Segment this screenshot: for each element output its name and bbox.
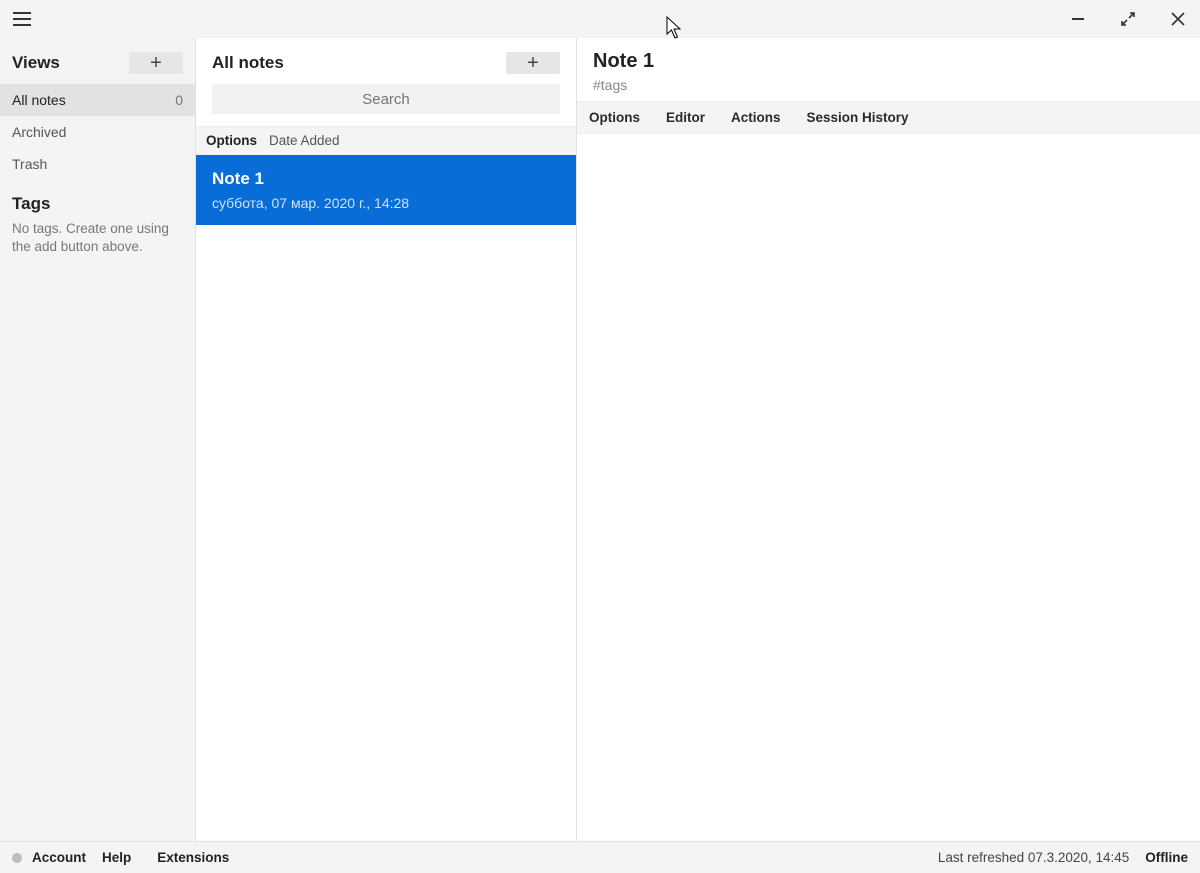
list-sort-button[interactable]: Date Added (269, 133, 340, 148)
hamburger-menu-icon[interactable] (10, 7, 34, 31)
tags-section: Tags No tags. Create one using the add b… (0, 180, 195, 256)
editor-editor-button[interactable]: Editor (662, 108, 709, 127)
views-header: Views + (0, 52, 195, 84)
editor-header: Note 1 #tags (577, 38, 1200, 101)
status-dot-icon (12, 853, 22, 863)
note-item-date: суббота, 07 мар. 2020 г., 14:28 (212, 195, 560, 211)
sidebar-item-label: All notes (12, 92, 66, 108)
tags-title: Tags (12, 194, 183, 214)
sidebar-item-label: Trash (12, 156, 47, 172)
last-refreshed-label: Last refreshed 07.3.2020, 14:45 (938, 850, 1129, 865)
main-area: Views + All notes 0 Archived Trash Tags … (0, 38, 1200, 841)
maximize-icon[interactable] (1116, 7, 1140, 31)
search-wrap (196, 84, 576, 126)
add-view-button[interactable]: + (129, 52, 183, 74)
editor-actions-button[interactable]: Actions (727, 108, 785, 127)
sidebar-item-archived[interactable]: Archived (0, 116, 195, 148)
editor-session-history-button[interactable]: Session History (803, 108, 913, 127)
editor-tags-input[interactable]: #tags (593, 77, 1184, 93)
sidebar-item-count: 0 (175, 92, 183, 108)
plus-icon: + (527, 53, 539, 73)
views-list: All notes 0 Archived Trash (0, 84, 195, 180)
search-input[interactable] (212, 84, 560, 114)
status-bar: Account Help Extensions Last refreshed 0… (0, 841, 1200, 873)
sidebar: Views + All notes 0 Archived Trash Tags … (0, 38, 196, 841)
account-button[interactable]: Account (32, 850, 86, 865)
editor-pane: Note 1 #tags Options Editor Actions Sess… (577, 38, 1200, 841)
note-list-item[interactable]: Note 1 суббота, 07 мар. 2020 г., 14:28 (196, 155, 576, 225)
editor-toolbar: Options Editor Actions Session History (577, 101, 1200, 134)
editor-body[interactable] (577, 134, 1200, 841)
note-list-pane: All notes + Options Date Added Note 1 су… (196, 38, 577, 841)
help-button[interactable]: Help (102, 850, 131, 865)
sidebar-item-label: Archived (12, 124, 66, 140)
note-list-toolbar: Options Date Added (196, 126, 576, 155)
views-title: Views (12, 53, 60, 73)
sidebar-item-all-notes[interactable]: All notes 0 (0, 84, 195, 116)
tags-empty: No tags. Create one using the add button… (12, 220, 183, 256)
offline-status[interactable]: Offline (1145, 850, 1188, 865)
editor-title[interactable]: Note 1 (593, 50, 1184, 73)
note-list-header: All notes + (196, 38, 576, 84)
close-icon[interactable] (1166, 7, 1190, 31)
titlebar (0, 0, 1200, 38)
list-options-button[interactable]: Options (206, 133, 257, 148)
extensions-button[interactable]: Extensions (157, 850, 229, 865)
minimize-icon[interactable] (1066, 7, 1090, 31)
note-list-title: All notes (212, 53, 284, 73)
plus-icon: + (150, 53, 162, 73)
sidebar-item-trash[interactable]: Trash (0, 148, 195, 180)
add-note-button[interactable]: + (506, 52, 560, 74)
note-item-title: Note 1 (212, 169, 560, 189)
editor-options-button[interactable]: Options (585, 108, 644, 127)
